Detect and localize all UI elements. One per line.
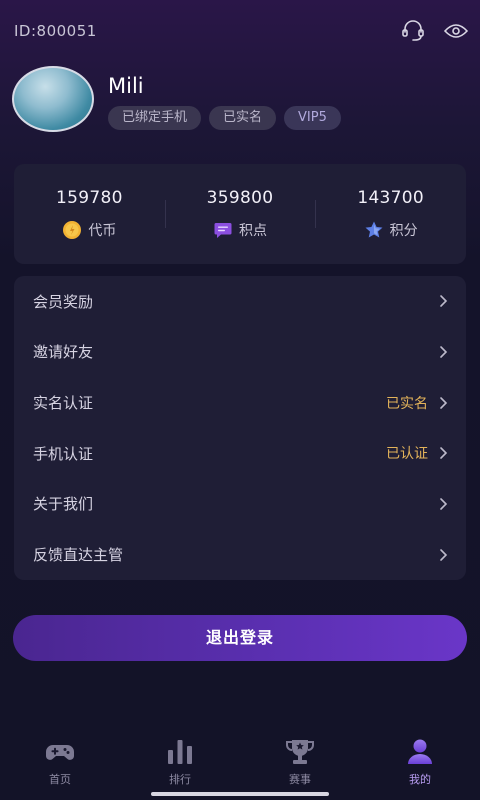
- stat-value: 359800: [206, 188, 274, 208]
- stats-card: 159780 代币 359800 积点 143700 积分: [14, 164, 466, 264]
- logout-button[interactable]: 退出登录: [13, 615, 467, 661]
- chevron-right-icon: [440, 447, 448, 460]
- avatar[interactable]: [12, 66, 94, 132]
- chevron-right-icon: [440, 548, 448, 561]
- status-tags: 已绑定手机 已实名 VIP5: [108, 106, 341, 130]
- chevron-right-icon: [440, 498, 448, 510]
- profile-header: ID:800051 Mili 已绑定手机 已实名 VIP5: [0, 0, 480, 160]
- stat-label: 积分: [389, 223, 418, 239]
- menu-label: 反馈直达主管: [33, 546, 124, 565]
- chevron-right-icon: [440, 295, 448, 308]
- eye-icon[interactable]: [443, 18, 469, 44]
- menu-item-about-us[interactable]: 关于我们: [14, 479, 466, 530]
- gamepad-icon: [46, 745, 74, 760]
- menu-label: 会员奖励: [33, 292, 94, 311]
- tab-events[interactable]: 赛事: [240, 728, 360, 788]
- user-icon: [408, 739, 432, 764]
- stat-label: 代币: [88, 223, 117, 239]
- trophy-icon: [286, 740, 314, 764]
- tab-label: 排行: [169, 773, 191, 786]
- tab-label: 首页: [49, 773, 71, 786]
- username: Mili: [108, 74, 144, 98]
- menu-label: 关于我们: [33, 495, 94, 514]
- menu-item-phone-auth[interactable]: 手机认证 已认证: [14, 428, 466, 479]
- tab-home[interactable]: 首页: [0, 728, 120, 788]
- bar-chart-icon: [168, 740, 192, 764]
- tab-ranking[interactable]: 排行: [120, 728, 240, 788]
- stat-value: 159780: [55, 188, 123, 208]
- user-id: ID:800051: [14, 22, 97, 40]
- coin-icon: [63, 221, 82, 239]
- tab-mine[interactable]: 我的: [360, 728, 480, 788]
- menu-label: 实名认证: [33, 394, 94, 413]
- settings-menu: 会员奖励 邀请好友 实名认证 已实名 手机认证 已认证 关于我们 反馈直达主管: [14, 276, 466, 580]
- bottom-tab-bar: 首页 排行 赛事 我的: [0, 728, 480, 788]
- menu-item-member-rewards[interactable]: 会员奖励: [14, 276, 466, 327]
- stat-tokens[interactable]: 159780 代币: [14, 164, 165, 264]
- menu-item-invite-friends[interactable]: 邀请好友: [14, 327, 466, 378]
- phone-bound-tag: 已绑定手机: [108, 106, 202, 130]
- chevron-right-icon: [440, 396, 448, 409]
- stat-label: 积点: [239, 223, 267, 239]
- vip-tag: VIP5: [284, 106, 341, 130]
- customer-service-icon[interactable]: [400, 18, 426, 44]
- verified-tag: 已实名: [209, 106, 277, 130]
- menu-item-real-name-auth[interactable]: 实名认证 已实名: [14, 377, 466, 428]
- chevron-right-icon: [440, 346, 448, 358]
- menu-status-value: 已认证: [386, 446, 428, 463]
- stat-value: 143700: [357, 188, 425, 208]
- home-indicator: [151, 792, 329, 796]
- menu-label: 手机认证: [33, 444, 94, 463]
- tab-label: 我的: [409, 773, 431, 786]
- tab-label: 赛事: [289, 773, 311, 786]
- menu-item-feedback[interactable]: 反馈直达主管: [14, 529, 466, 580]
- message-icon: [214, 223, 232, 238]
- stat-score[interactable]: 143700 积分: [315, 164, 466, 264]
- menu-status-value: 已实名: [386, 395, 428, 412]
- star-icon: [365, 221, 383, 238]
- stat-points[interactable]: 359800 积点: [164, 164, 316, 264]
- menu-label: 邀请好友: [33, 343, 94, 362]
